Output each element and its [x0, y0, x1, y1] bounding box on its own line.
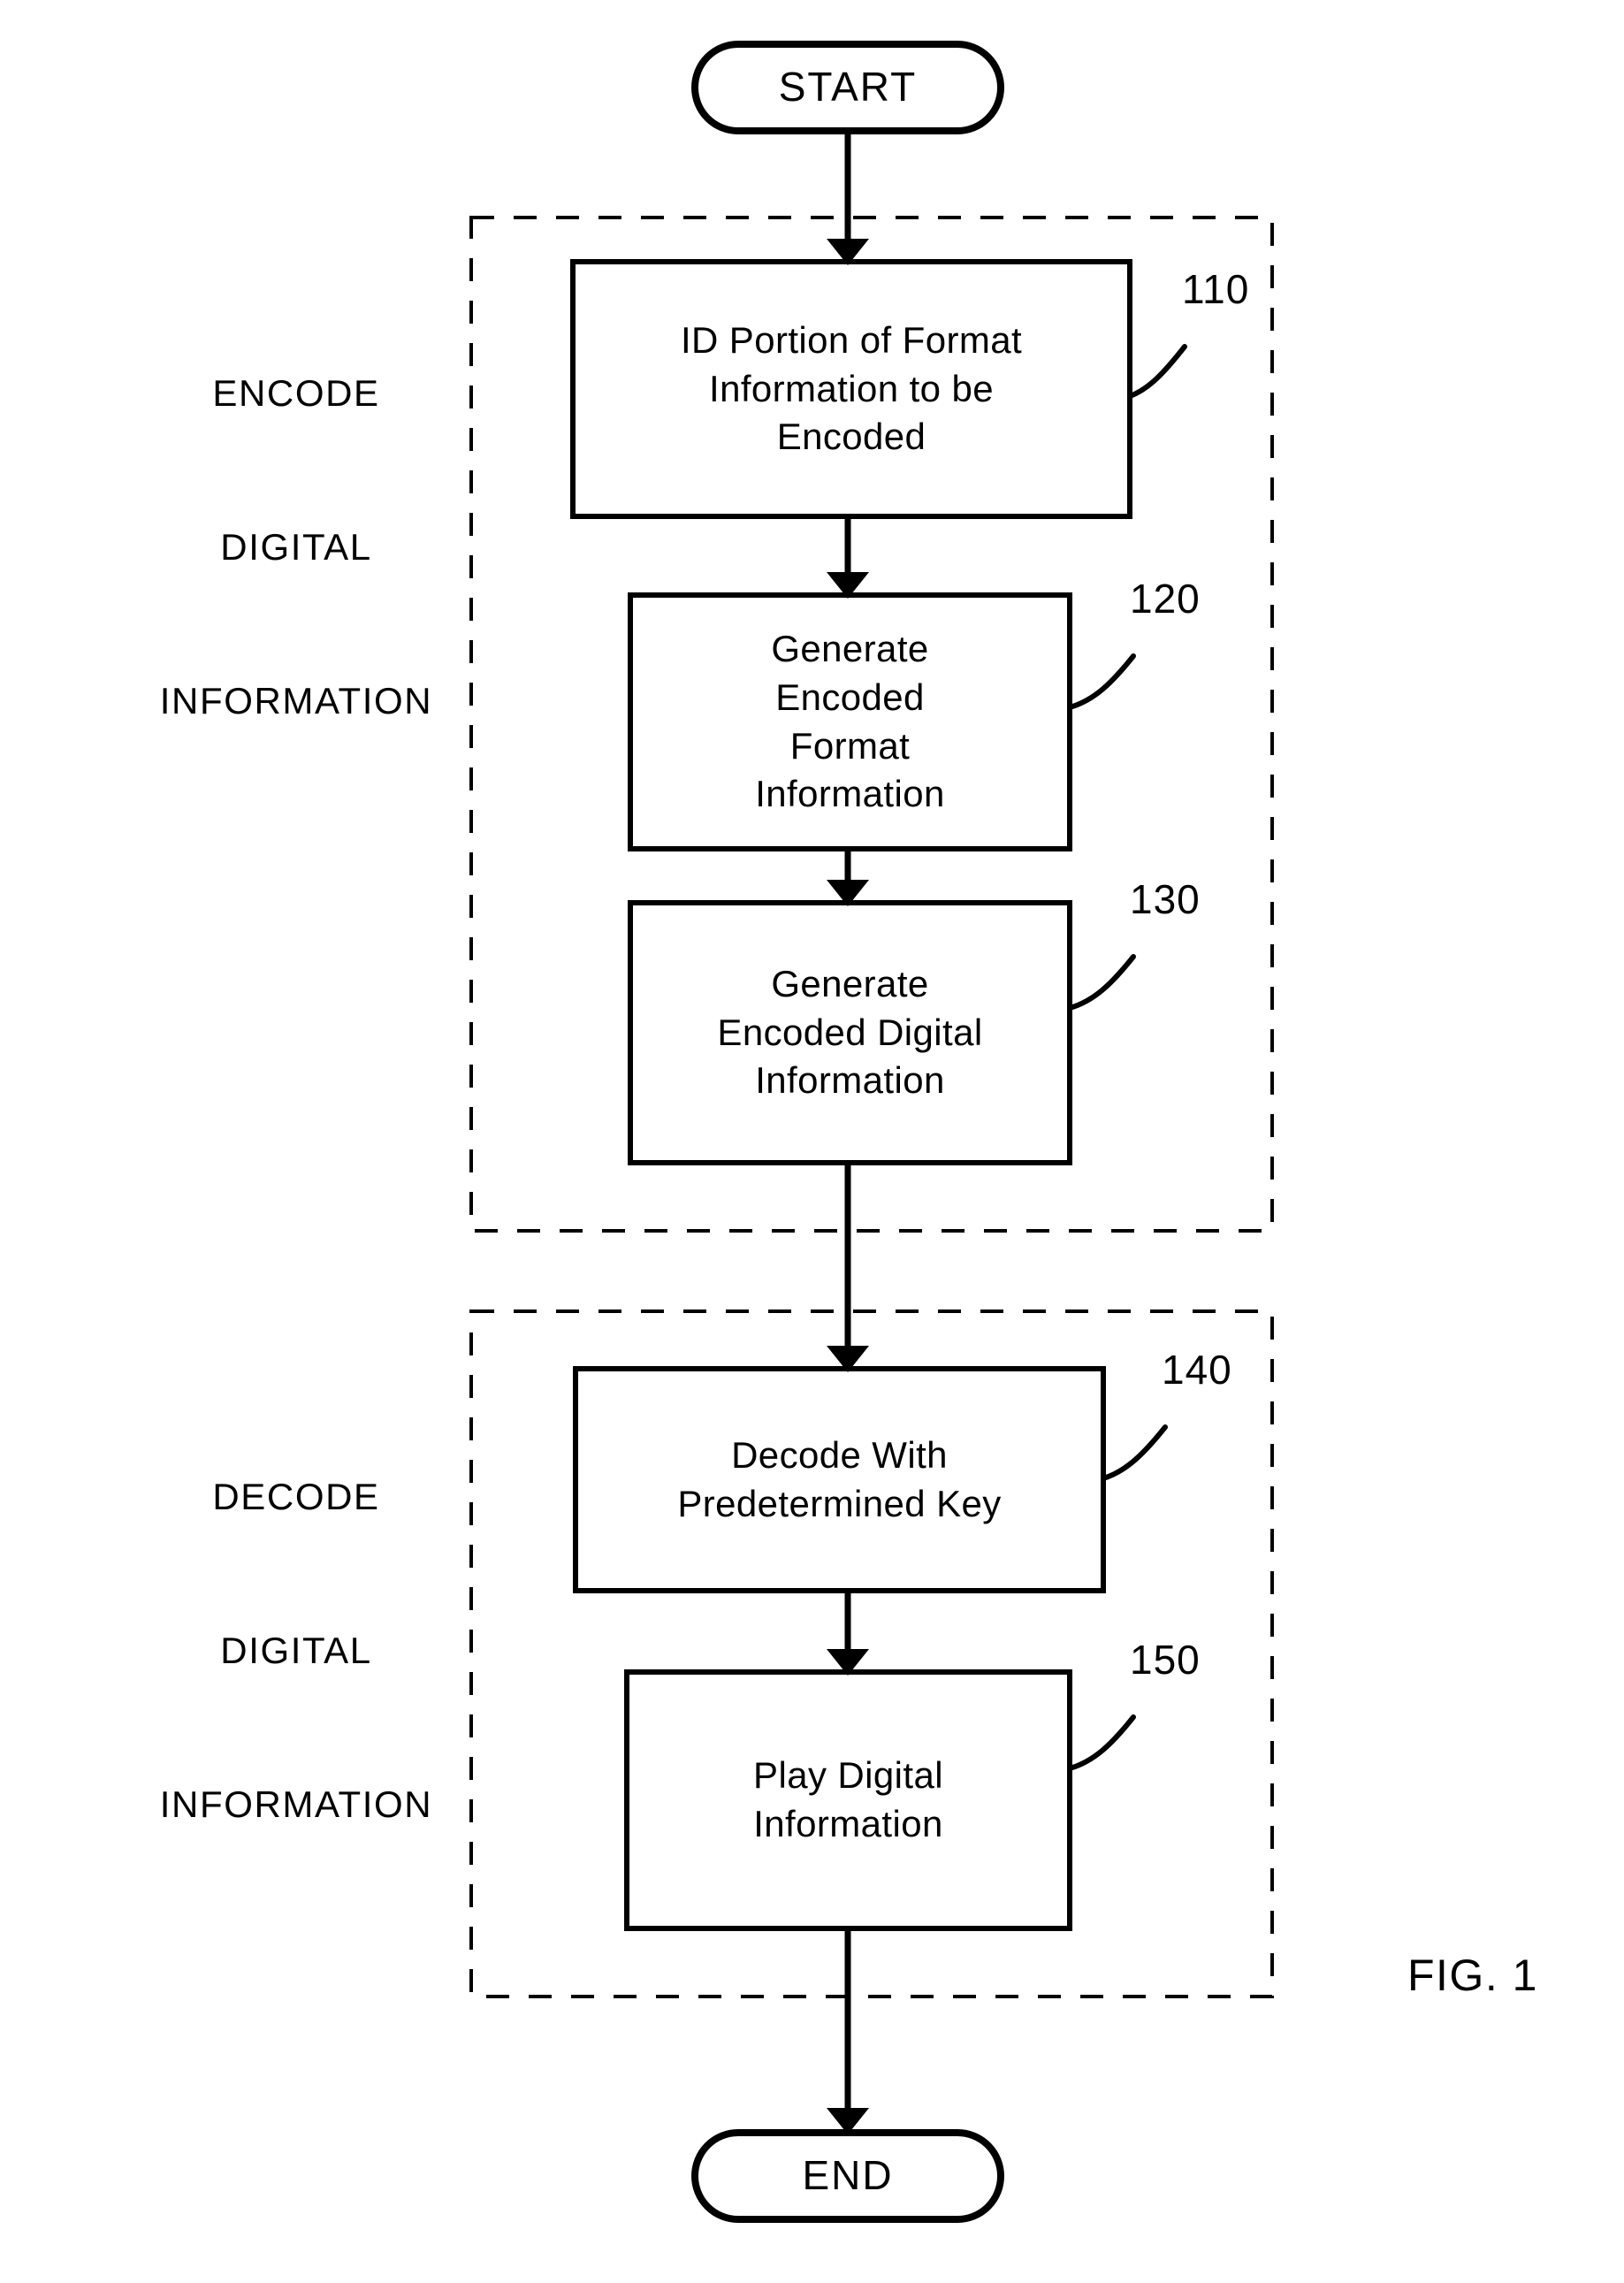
decode-section-label-line-3: INFORMATION [159, 1783, 433, 1825]
encode-section-label-line-2: DIGITAL [220, 525, 372, 568]
reference-number-130: 130 [1130, 876, 1201, 922]
reference-number-150: 150 [1130, 1637, 1201, 1683]
leader-line-120 [1067, 653, 1136, 710]
encode-section-label-line-1: ENCODE [212, 371, 380, 414]
step-140-line-2: Predetermined Key [677, 1482, 1002, 1524]
leader-line-110 [1127, 344, 1187, 399]
step-130-line-1: Generate [771, 963, 929, 1005]
encode-section-label: ENCODE DIGITAL INFORMATION [124, 265, 469, 828]
figure-canvas: START END ENCODE DIGITAL INFORMATION DEC… [0, 0, 1624, 2283]
leader-line-150 [1067, 1714, 1136, 1771]
decode-section-label-line-1: DECODE [212, 1475, 380, 1517]
step-150-label: Play Digital Information [627, 1672, 1070, 1928]
step-130-label: Generate Encoded Digital Information [630, 903, 1070, 1163]
step-140-label: Decode With Predetermined Key [576, 1369, 1103, 1591]
encode-section-label-line-3: INFORMATION [159, 679, 433, 722]
step-130-line-3: Information [755, 1059, 945, 1102]
figure-label: FIG. 1 [1407, 1951, 1538, 2000]
step-120-line-1: Generate [771, 628, 929, 670]
reference-number-110: 110 [1182, 266, 1250, 312]
step-120-line-4: Information [755, 773, 945, 815]
leader-line-130 [1067, 954, 1136, 1011]
step-110-label: ID Portion of Format Information to be E… [573, 262, 1130, 516]
step-140-line-1: Decode With [731, 1433, 948, 1476]
step-150-line-1: Play Digital [753, 1754, 943, 1797]
step-110-line-3: Encoded [776, 416, 926, 458]
step-110-line-2: Information to be [709, 367, 994, 409]
reference-number-140: 140 [1162, 1347, 1232, 1393]
step-120-line-2: Encoded [775, 676, 925, 718]
start-terminator-label: START [778, 64, 918, 111]
leader-line-140 [1101, 1424, 1168, 1481]
step-130-line-2: Encoded Digital [717, 1011, 983, 1053]
step-110-line-1: ID Portion of Format [680, 319, 1023, 362]
step-150-line-2: Information [753, 1803, 943, 1844]
decode-section-label: DECODE DIGITAL INFORMATION [124, 1369, 469, 1932]
decode-section-label-line-2: DIGITAL [220, 1629, 372, 1671]
reference-number-120: 120 [1130, 576, 1201, 622]
step-120-label: Generate Encoded Format Information [630, 595, 1070, 849]
step-120-line-3: Format [789, 724, 911, 767]
end-terminator-label: END [802, 2152, 894, 2199]
